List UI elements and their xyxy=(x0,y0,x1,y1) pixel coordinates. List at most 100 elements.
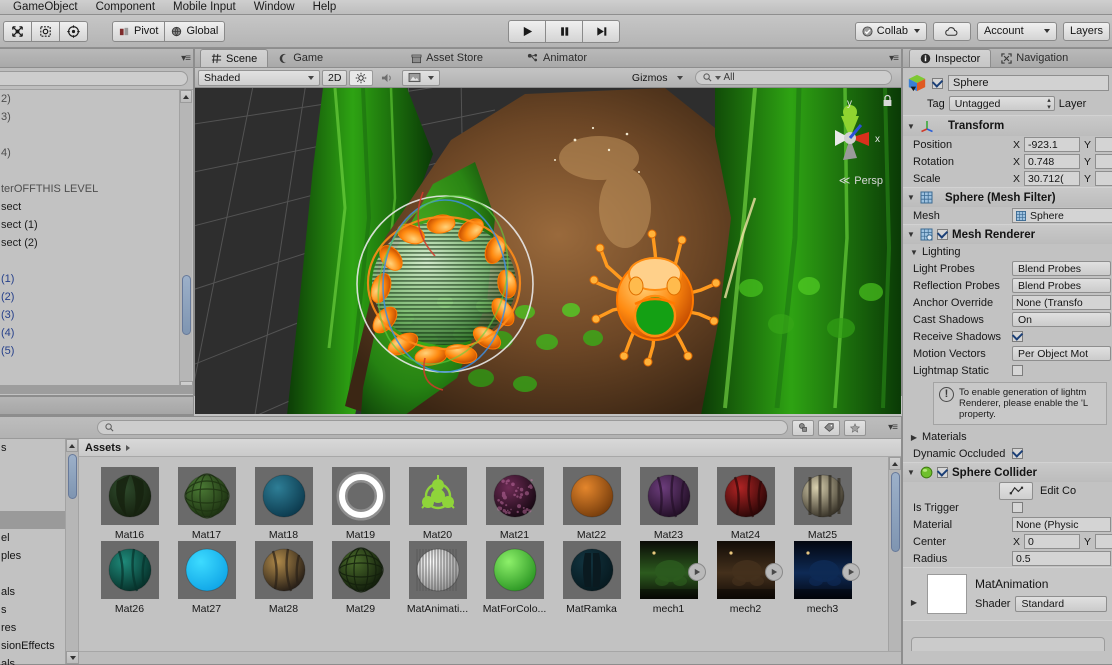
hierarchy-item[interactable]: (1) xyxy=(0,270,193,288)
row-value-field[interactable]: None (Transfo xyxy=(1012,295,1111,310)
scroll-up-icon[interactable] xyxy=(889,457,901,470)
row-checkbox[interactable] xyxy=(1012,502,1023,513)
row-value-field[interactable]: None (Physic xyxy=(1012,517,1111,532)
axis-y-field[interactable] xyxy=(1095,154,1112,169)
pause-button[interactable] xyxy=(545,20,583,43)
materials-subsection-header[interactable]: ▶ Materials xyxy=(903,429,1112,445)
row-value-field[interactable]: Blend Probes xyxy=(1012,278,1111,293)
asset-play-badge[interactable] xyxy=(765,563,783,581)
hierarchy-item[interactable]: 2) xyxy=(0,90,193,108)
foldout-icon[interactable]: ▼ xyxy=(906,230,916,239)
global-button[interactable]: Global xyxy=(164,21,225,42)
label-filter-icon[interactable] xyxy=(818,420,840,436)
hierarchy-item[interactable]: terOFFTHIS LEVEL xyxy=(0,180,193,198)
hierarchy-panel-menu-icon[interactable]: ▾≡ xyxy=(181,53,190,64)
toggle-2d-button[interactable]: 2D xyxy=(322,70,347,86)
scene-orientation-gizmo[interactable]: y x xyxy=(813,94,887,180)
hierarchy-item[interactable]: (4) xyxy=(0,324,193,342)
foldout-icon[interactable]: ▶ xyxy=(909,598,919,607)
hierarchy-item[interactable] xyxy=(0,252,193,270)
hierarchy-item[interactable]: sect xyxy=(0,198,193,216)
cloud-button[interactable] xyxy=(933,22,971,41)
scroll-down-icon[interactable] xyxy=(66,651,79,664)
hierarchy-item[interactable]: sect (1) xyxy=(0,216,193,234)
scroll-up-icon[interactable] xyxy=(180,90,192,103)
mesh-filter-component-header[interactable]: ▼ Sphere (Mesh Filter) xyxy=(903,188,1112,207)
move-tool-icon[interactable] xyxy=(3,21,32,42)
hierarchy-scrollbar[interactable] xyxy=(179,90,192,394)
play-button[interactable] xyxy=(508,20,546,43)
lock-icon[interactable] xyxy=(882,94,893,110)
axis-x-field[interactable]: 30.712( xyxy=(1024,171,1080,186)
hierarchy-item[interactable] xyxy=(0,126,193,144)
asset-play-badge[interactable] xyxy=(688,563,706,581)
transform-tool-icon[interactable] xyxy=(59,21,88,42)
hierarchy-item[interactable] xyxy=(0,162,193,180)
scene-panel-menu-icon[interactable]: ▾≡ xyxy=(889,53,898,64)
pivot-button[interactable]: Pivot xyxy=(112,21,165,42)
asset-item[interactable]: Mat21 xyxy=(476,467,553,541)
object-name-field[interactable]: Sphere xyxy=(948,75,1109,91)
asset-item[interactable]: Mat23 xyxy=(630,467,707,541)
row-checkbox[interactable] xyxy=(1012,331,1023,342)
row-checkbox[interactable] xyxy=(1012,365,1023,376)
asset-item[interactable]: Mat19 xyxy=(322,467,399,541)
row-value-field[interactable]: Blend Probes xyxy=(1012,261,1111,276)
foldout-icon[interactable]: ▼ xyxy=(906,468,916,477)
asset-item[interactable]: Mat25 xyxy=(784,467,861,541)
asset-item[interactable]: Mat17 xyxy=(168,467,245,541)
dynamic-occluded-checkbox[interactable] xyxy=(1012,448,1023,459)
menu-help[interactable]: Help xyxy=(304,0,346,15)
hierarchy-item[interactable]: 4) xyxy=(0,144,193,162)
scene-search-input[interactable]: All xyxy=(695,70,892,85)
asset-item[interactable]: Mat16 xyxy=(91,467,168,541)
menu-gameobject[interactable]: GameObject xyxy=(4,0,87,15)
asset-item[interactable]: MatAnimati... xyxy=(399,541,476,615)
axis-y-field[interactable] xyxy=(1095,171,1112,186)
tag-dropdown[interactable]: Untagged ▴ ▾ xyxy=(949,96,1055,111)
type-filter-icon[interactable] xyxy=(792,420,814,436)
asset-item[interactable]: Mat22 xyxy=(553,467,630,541)
hierarchy-item[interactable]: 3) xyxy=(0,108,193,126)
project-panel-menu-icon[interactable]: ▾≡ xyxy=(888,422,897,433)
asset-item[interactable]: Mat28 xyxy=(245,541,322,615)
project-tree-scrollbar[interactable] xyxy=(65,439,78,664)
asset-item[interactable]: MatRamka xyxy=(553,541,630,615)
rect-tool-icon[interactable] xyxy=(31,21,60,42)
lighting-subsection-header[interactable]: ▼ Lighting xyxy=(903,244,1112,260)
mesh-value-field[interactable]: Sphere xyxy=(1012,208,1112,223)
asset-item[interactable]: Mat27 xyxy=(168,541,245,615)
menu-mobile-input[interactable]: Mobile Input xyxy=(164,0,245,15)
scene-lighting-toggle[interactable] xyxy=(349,70,373,86)
menu-window[interactable]: Window xyxy=(245,0,304,15)
hierarchy-item[interactable]: (2) xyxy=(0,288,193,306)
asset-item[interactable]: Mat29 xyxy=(322,541,399,615)
layers-button[interactable]: Layers xyxy=(1063,22,1110,41)
axis-x-field[interactable]: 0 xyxy=(1024,534,1080,549)
axis-y-field[interactable] xyxy=(1095,534,1112,549)
sphere-collider-component-header[interactable]: ▼ Sphere Collider xyxy=(903,463,1112,482)
mesh-renderer-enabled-checkbox[interactable] xyxy=(937,229,948,240)
asset-item[interactable]: mech1 xyxy=(630,541,707,615)
tab-scene[interactable]: Scene xyxy=(200,49,268,67)
transform-component-header[interactable]: ▼ Transform xyxy=(903,116,1112,136)
foldout-icon[interactable]: ▼ xyxy=(906,193,916,202)
asset-item[interactable]: Mat20 xyxy=(399,467,476,541)
foldout-icon[interactable]: ▶ xyxy=(909,433,919,442)
account-button[interactable]: Account xyxy=(977,22,1057,41)
scene-audio-toggle[interactable] xyxy=(375,70,400,86)
tab-asset-store[interactable]: Asset Store xyxy=(401,49,493,67)
scene-effects-toggle[interactable] xyxy=(402,70,440,86)
asset-item[interactable]: Mat26 xyxy=(91,541,168,615)
axis-x-field[interactable]: 0.748 xyxy=(1024,154,1080,169)
foldout-icon[interactable]: ▼ xyxy=(909,248,919,257)
tab-animator[interactable]: Animator xyxy=(517,49,597,67)
hierarchy-scroll-thumb[interactable] xyxy=(182,275,191,335)
step-button[interactable] xyxy=(582,20,620,43)
menu-component[interactable]: Component xyxy=(87,0,164,15)
favorite-icon[interactable] xyxy=(844,420,866,436)
hierarchy-item[interactable] xyxy=(0,360,193,378)
axis-x-field[interactable]: -923.1 xyxy=(1024,137,1080,152)
asset-item[interactable]: MatForColo... xyxy=(476,541,553,615)
gizmos-dropdown[interactable]: Gizmos xyxy=(626,70,689,86)
